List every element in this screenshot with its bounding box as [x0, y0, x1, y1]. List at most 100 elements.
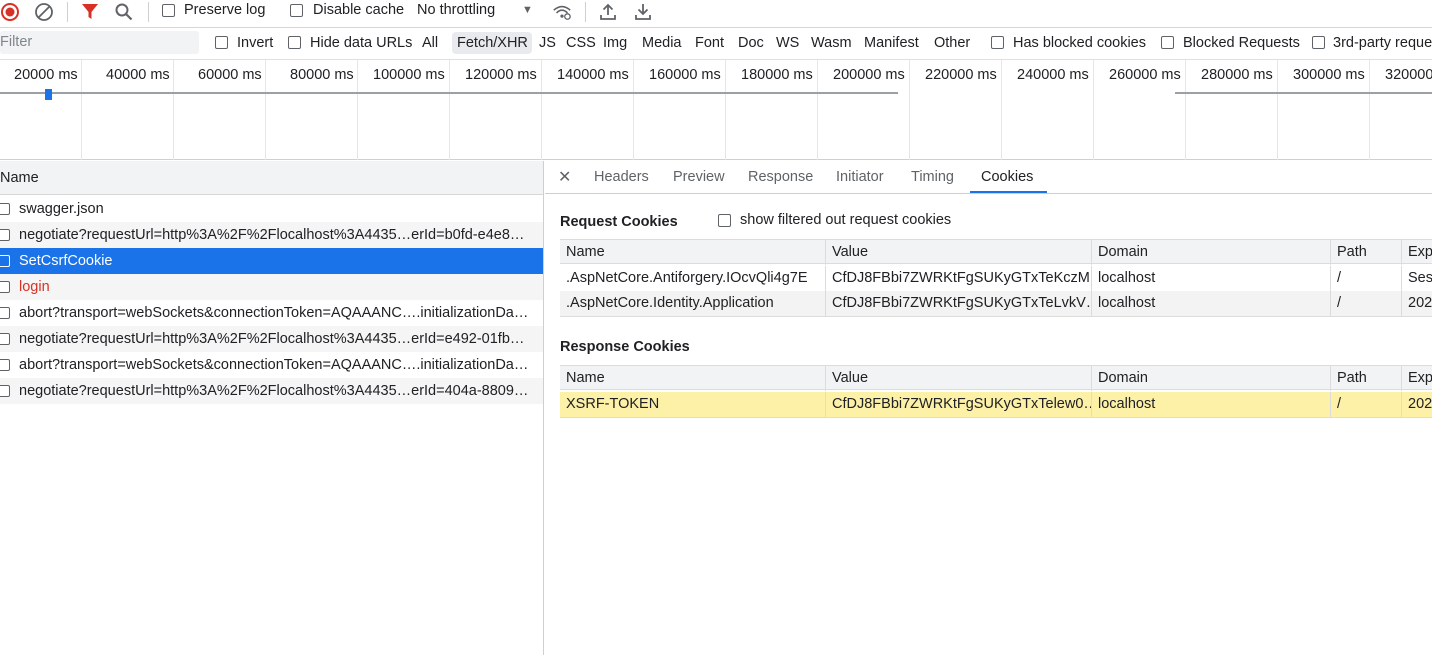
filter-icon[interactable] — [80, 2, 100, 22]
request-cookies-title: Request Cookies — [560, 214, 678, 230]
response-cookies-table: Name Value Domain Path Expi XSRF-TOKEN C… — [560, 365, 1432, 418]
timeline-gridline — [633, 60, 634, 160]
import-har-icon[interactable] — [598, 2, 618, 22]
request-checkbox[interactable] — [0, 255, 10, 267]
request-row-error[interactable]: login — [0, 274, 543, 300]
show-filtered-checkbox[interactable] — [718, 214, 731, 227]
type-filter-other[interactable]: Other — [934, 35, 970, 51]
close-icon[interactable]: ✕ — [558, 161, 571, 194]
request-row-selected[interactable]: SetCsrfCookie — [0, 248, 543, 274]
request-row[interactable]: negotiate?requestUrl=http%3A%2F%2Flocalh… — [0, 222, 543, 248]
request-row[interactable]: negotiate?requestUrl=http%3A%2F%2Flocalh… — [0, 378, 543, 404]
column-header-name[interactable]: Name — [560, 366, 825, 391]
has-blocked-cookies-checkbox[interactable] — [991, 36, 1004, 49]
request-name: login — [19, 279, 50, 295]
type-filter-img[interactable]: Img — [603, 35, 627, 51]
request-cookies-table: Name Value Domain Path Expi .AspNetCore.… — [560, 239, 1432, 317]
tab-initiator[interactable]: Initiator — [836, 161, 884, 194]
timeline-gridline — [449, 60, 450, 160]
column-header-domain[interactable]: Domain — [1091, 240, 1330, 265]
timeline-tick-label: 100000 ms — [373, 67, 445, 83]
request-checkbox[interactable] — [0, 359, 10, 371]
timeline-tick-label: 220000 ms — [925, 67, 997, 83]
column-header-expires[interactable]: Expi — [1401, 240, 1432, 265]
column-header-path[interactable]: Path — [1330, 366, 1401, 391]
cookie-value: CfDJ8FBbi7ZWRKtFgSUKyGTxTeKczM… — [825, 266, 1091, 291]
tab-response[interactable]: Response — [748, 161, 813, 194]
type-filter-ws[interactable]: WS — [776, 35, 799, 51]
has-blocked-cookies-label: Has blocked cookies — [1013, 35, 1146, 51]
cookie-path: / — [1330, 392, 1401, 417]
timeline-gridline — [265, 60, 266, 160]
tab-timing[interactable]: Timing — [911, 161, 954, 194]
type-filter-fetch-xhr[interactable]: Fetch/XHR — [457, 35, 528, 51]
column-header-value[interactable]: Value — [825, 240, 1091, 265]
hide-data-urls-label: Hide data URLs — [310, 35, 413, 51]
type-filter-media[interactable]: Media — [642, 35, 682, 51]
request-checkbox[interactable] — [0, 333, 10, 345]
overview-timeline[interactable]: 20000 ms 40000 ms 60000 ms 80000 ms 1000… — [0, 59, 1432, 160]
cookie-expires: 202 — [1401, 392, 1432, 417]
table-row[interactable]: .AspNetCore.Identity.Application CfDJ8FB… — [560, 291, 1432, 316]
request-name: negotiate?requestUrl=http%3A%2F%2Flocalh… — [19, 227, 525, 243]
name-column-header[interactable]: Name — [0, 161, 543, 195]
toolbar-divider — [148, 2, 149, 22]
tab-headers[interactable]: Headers — [594, 161, 649, 194]
cookie-path: / — [1330, 266, 1401, 291]
tab-cookies[interactable]: Cookies — [981, 161, 1033, 194]
column-header-path[interactable]: Path — [1330, 240, 1401, 265]
third-party-checkbox[interactable] — [1312, 36, 1325, 49]
disable-cache-checkbox[interactable] — [290, 4, 303, 17]
table-header-row: Name Value Domain Path Expi — [560, 365, 1432, 391]
timeline-gridline — [1093, 60, 1094, 160]
request-row[interactable]: swagger.json — [0, 196, 543, 222]
request-checkbox[interactable] — [0, 307, 10, 319]
clear-icon[interactable] — [34, 2, 54, 22]
details-tab-bar: ✕ Headers Preview Response Initiator Tim… — [545, 161, 1432, 194]
type-filter-manifest[interactable]: Manifest — [864, 35, 919, 51]
blocked-requests-checkbox[interactable] — [1161, 36, 1174, 49]
blocked-requests-label: Blocked Requests — [1183, 35, 1300, 51]
record-stop-icon[interactable] — [0, 2, 20, 22]
network-conditions-icon[interactable] — [552, 2, 572, 22]
throttling-select[interactable]: No throttling — [417, 2, 495, 18]
filter-input[interactable]: Filter — [0, 31, 199, 54]
cookie-domain: localhost — [1091, 266, 1330, 291]
request-checkbox[interactable] — [0, 229, 10, 241]
search-icon[interactable] — [114, 2, 134, 22]
column-header-expires[interactable]: Expi — [1401, 366, 1432, 391]
chevron-down-icon[interactable]: ▼ — [522, 4, 533, 16]
request-row[interactable]: abort?transport=webSockets&connectionTok… — [0, 300, 543, 326]
toolbar-divider — [67, 2, 68, 22]
preserve-log-checkbox[interactable] — [162, 4, 175, 17]
timeline-gridline — [81, 60, 82, 160]
tab-preview[interactable]: Preview — [673, 161, 725, 194]
type-filter-js[interactable]: JS — [539, 35, 556, 51]
type-filter-wasm[interactable]: Wasm — [811, 35, 852, 51]
invert-checkbox[interactable] — [215, 36, 228, 49]
request-row[interactable]: abort?transport=webSockets&connectionTok… — [0, 352, 543, 378]
type-filter-font[interactable]: Font — [695, 35, 724, 51]
timeline-activity-bar — [1175, 92, 1432, 94]
table-header-row: Name Value Domain Path Expi — [560, 239, 1432, 265]
type-filter-doc[interactable]: Doc — [738, 35, 764, 51]
request-name: abort?transport=webSockets&connectionTok… — [19, 357, 529, 373]
type-filter-all[interactable]: All — [422, 35, 438, 51]
invert-label: Invert — [237, 35, 274, 51]
timeline-tick-label: 60000 ms — [198, 67, 262, 83]
table-row-highlighted[interactable]: XSRF-TOKEN CfDJ8FBbi7ZWRKtFgSUKyGTxTelew… — [560, 392, 1432, 417]
show-filtered-label: show filtered out request cookies — [740, 212, 952, 228]
request-checkbox[interactable] — [0, 203, 10, 215]
column-header-domain[interactable]: Domain — [1091, 366, 1330, 391]
type-filter-css[interactable]: CSS — [566, 35, 596, 51]
table-row[interactable]: .AspNetCore.Antiforgery.IOcvQli4g7E CfDJ… — [560, 266, 1432, 291]
column-header-value[interactable]: Value — [825, 366, 1091, 391]
request-name: swagger.json — [19, 201, 104, 217]
request-checkbox[interactable] — [0, 385, 10, 397]
response-cookies-title: Response Cookies — [560, 339, 690, 355]
hide-data-urls-checkbox[interactable] — [288, 36, 301, 49]
column-header-name[interactable]: Name — [560, 240, 825, 265]
request-row[interactable]: negotiate?requestUrl=http%3A%2F%2Flocalh… — [0, 326, 543, 352]
request-checkbox[interactable] — [0, 281, 10, 293]
export-har-icon[interactable] — [633, 2, 653, 22]
